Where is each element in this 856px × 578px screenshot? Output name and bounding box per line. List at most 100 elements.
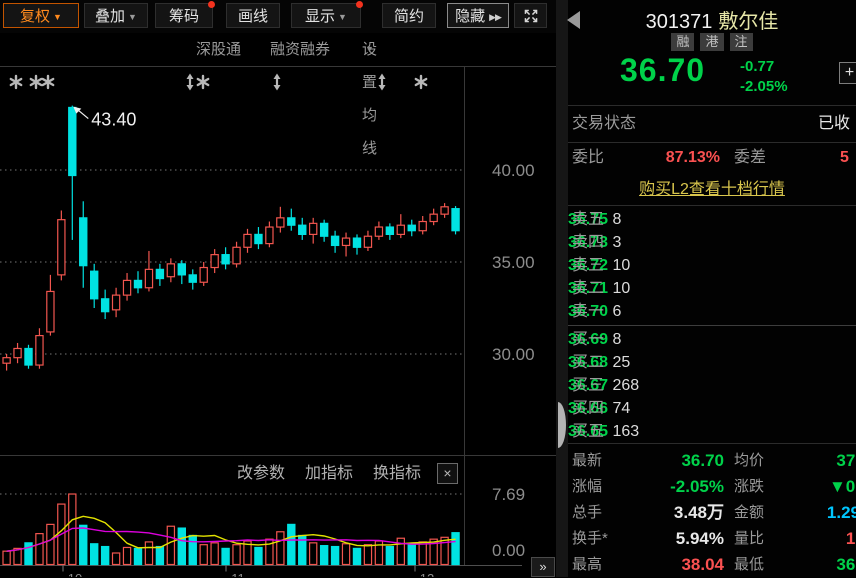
weicha-value: 5 — [840, 142, 849, 174]
bid1-volume: 8 — [613, 331, 622, 348]
registered-badge: 注 — [730, 33, 753, 51]
add-indicator-button[interactable]: 加指标 — [305, 463, 353, 485]
overlay-button[interactable]: 叠加▼ — [84, 3, 148, 28]
change-percent: -2.05% — [740, 77, 788, 97]
buy-l2-link[interactable]: 购买L2查看十档行情 — [568, 176, 856, 204]
svg-text:35.00: 35.00 — [492, 253, 535, 272]
svg-text:12: 12 — [420, 571, 434, 577]
total-lots-value: 3.48万 — [608, 500, 724, 526]
ask4-label: 卖四 — [572, 231, 604, 254]
bid-row-2[interactable]: 买二 36.68 25 — [568, 351, 856, 374]
divider — [568, 205, 856, 206]
margin-trading-tag[interactable]: 融资融券 — [270, 33, 330, 66]
ask1-volume: 6 — [613, 303, 622, 320]
adjust-price-button[interactable]: 复权▼ — [3, 3, 79, 28]
display-button[interactable]: 显示▼ — [291, 3, 361, 28]
low-value: 36. — [738, 552, 856, 578]
bid2-label: 买二 — [572, 351, 604, 374]
bid-row-4[interactable]: 买四 36.66 74 — [568, 397, 856, 420]
ask-row-4[interactable]: 卖四 36.73 3 — [568, 231, 856, 254]
panel-splitter[interactable] — [556, 0, 568, 577]
stock-title: 301371敷尔佳 — [568, 5, 856, 34]
stats-row: 涨幅 -2.05% 涨跌 ▼0. — [568, 474, 856, 500]
ask-row-1[interactable]: 卖一 36.70 6 — [568, 300, 856, 323]
svg-text:10: 10 — [68, 571, 82, 577]
volume-ratio-value: 1. — [738, 526, 856, 552]
event-star-icon — [43, 76, 53, 88]
ask-row-3[interactable]: 卖三 36.72 10 — [568, 254, 856, 277]
close-indicator-button[interactable]: × — [437, 463, 458, 484]
pct-change-label: 涨幅 — [572, 474, 602, 500]
chevron-down-icon: ▼ — [365, 33, 374, 66]
svg-text:7.69: 7.69 — [492, 485, 525, 504]
trade-status-row: 交易状态 已收 — [568, 106, 856, 142]
weibi-label: 委比 — [572, 142, 604, 174]
close-icon: × — [443, 465, 451, 481]
weicha-label: 委差 — [734, 142, 766, 174]
fullscreen-button[interactable] — [514, 3, 547, 28]
svg-text:40.00: 40.00 — [492, 161, 535, 180]
chip-distribution-button[interactable]: 筹码 — [155, 3, 213, 28]
sz-connect-tag[interactable]: 深股通 — [196, 33, 241, 66]
x-axis: 101112 — [63, 566, 434, 578]
bid-ask-divider — [568, 325, 856, 326]
bid4-label: 买四 — [572, 397, 604, 420]
ask4-volume: 3 — [613, 234, 622, 251]
scroll-right-button[interactable]: » — [531, 557, 555, 577]
weibi-value: 87.13% — [624, 142, 720, 174]
turnover-rate-value: 5.94% — [608, 526, 724, 552]
double-chevron-right-icon: » — [539, 559, 546, 574]
change-params-button[interactable]: 改参数 — [237, 463, 285, 485]
expand-icon — [522, 7, 540, 25]
notification-dot-icon — [356, 1, 363, 8]
avg-price-value: 37. — [738, 448, 856, 474]
notification-dot-icon — [208, 1, 215, 8]
change-value: -0.77 — [740, 57, 788, 77]
trade-status-value: 已收 — [818, 106, 850, 142]
pct-change-value: -2.05% — [608, 474, 724, 500]
stats-row: 最高 38.04 最低 36. — [568, 552, 856, 578]
last-price: 36.70 — [620, 52, 705, 89]
event-star-icon — [31, 76, 41, 88]
stock-code: 301371 — [646, 11, 713, 33]
draw-line-button[interactable]: 画线 — [226, 3, 280, 28]
divider — [568, 443, 856, 444]
stats-row: 总手 3.48万 金额 1.29 — [568, 500, 856, 526]
ask2-label: 卖二 — [572, 277, 604, 300]
abs-change-value: ▼0. — [738, 474, 856, 500]
event-star-icon — [198, 76, 208, 88]
hide-button[interactable]: 隐藏▶▶ — [447, 3, 509, 28]
splitter-handle-icon[interactable] — [558, 402, 566, 448]
bid3-label: 买三 — [572, 374, 604, 397]
order-ratio-row: 委比 87.13% 委差 5 — [568, 142, 856, 174]
ask3-volume: 10 — [613, 257, 631, 274]
ask-row-5[interactable]: 卖五 36.75 8 — [568, 208, 856, 231]
bid1-label: 买一 — [572, 328, 604, 351]
stock-app-window: { "toolbar": { "buttons": [ {"label": "复… — [0, 0, 856, 577]
switch-indicator-button[interactable]: 换指标 — [373, 463, 421, 485]
bid-row-1[interactable]: 买一 36.69 8 — [568, 328, 856, 351]
price-annotation: 43.40 — [73, 107, 136, 130]
event-arrow-icon — [187, 74, 194, 91]
ask5-volume: 8 — [613, 211, 622, 228]
svg-text:30.00: 30.00 — [492, 345, 535, 364]
svg-text:43.40: 43.40 — [91, 110, 136, 130]
total-lots-label: 总手 — [572, 500, 602, 526]
bid-row-5[interactable]: 买五 36.65 163 — [568, 420, 856, 443]
stats-row: 最新 36.70 均价 37. — [568, 448, 856, 474]
chevron-down-icon: ▼ — [53, 12, 62, 22]
quote-panel: 301371敷尔佳 融港注 36.70 -0.77 -2.05% + 交易状态 … — [568, 0, 856, 577]
ask2-volume: 10 — [613, 280, 631, 297]
add-to-watchlist-button[interactable]: + — [839, 62, 856, 84]
ask1-label: 卖一 — [572, 300, 604, 323]
ask-row-2[interactable]: 卖二 36.71 10 — [568, 277, 856, 300]
simple-mode-button[interactable]: 简约 — [382, 3, 436, 28]
bid-row-3[interactable]: 买三 36.67 268 — [568, 374, 856, 397]
kline-chart[interactable]: 40.0035.0030.007.690.0043.40101112 — [0, 66, 556, 577]
stats-row: 换手* 5.94% 量比 1. — [568, 526, 856, 552]
event-star-icon — [11, 76, 21, 88]
event-star-icon — [416, 76, 426, 88]
stock-badges: 融港注 — [568, 33, 856, 51]
bid2-volume: 25 — [613, 354, 631, 371]
chart-toolbar: 复权▼ 叠加▼ 筹码 画线 显示▼ 简约 隐藏▶▶ — [0, 0, 556, 33]
